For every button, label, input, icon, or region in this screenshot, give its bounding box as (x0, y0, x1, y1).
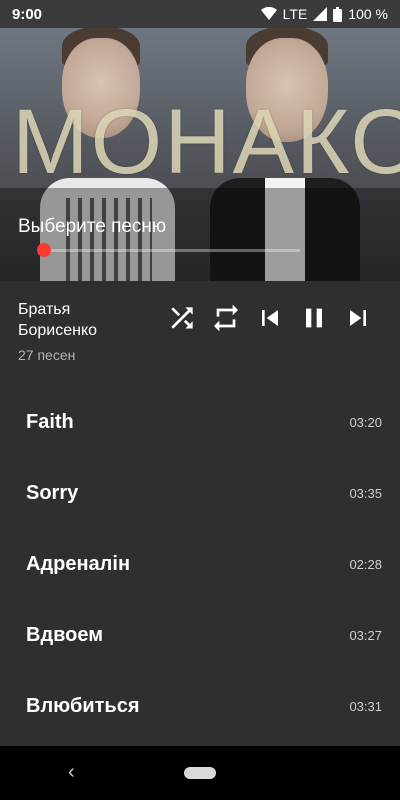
skip-next-icon (350, 310, 366, 326)
track-row[interactable]: Sorry 03:35 (0, 458, 400, 529)
status-bar: 9:00 LTE 100 % (0, 0, 400, 28)
status-icons: LTE 100 % (260, 6, 388, 22)
track-row[interactable]: Адреналін 02:28 (0, 529, 400, 600)
track-list: Faith 03:20 Sorry 03:35 Адреналін 02:28 … (0, 387, 400, 742)
now-playing-label: Выберите песню (18, 216, 167, 237)
network-type: LTE (282, 6, 308, 22)
next-button[interactable] (342, 301, 374, 335)
pause-icon (306, 308, 322, 328)
previous-button[interactable] (254, 301, 286, 335)
track-duration: 03:20 (349, 415, 382, 430)
signal-icon (313, 7, 328, 21)
track-duration: 03:27 (349, 628, 382, 643)
battery-level: 100 % (348, 6, 388, 22)
repeat-icon (214, 304, 238, 332)
track-row[interactable]: Влюбиться 03:31 (0, 671, 400, 742)
track-title: Адреналін (26, 553, 131, 575)
status-time: 9:00 (12, 5, 43, 23)
album-cover: МОНАКО Выберите песню (0, 28, 400, 281)
track-title: Faith (26, 411, 74, 433)
track-title: Вдвоем (26, 624, 104, 646)
shuffle-button[interactable] (166, 301, 198, 335)
song-count: 27 песен (18, 347, 76, 363)
battery-icon (333, 6, 343, 22)
track-duration: 03:31 (349, 699, 382, 714)
shuffle-icon (171, 307, 193, 329)
artist-name: Братья Борисенко (18, 301, 98, 339)
player-panel: Братья Борисенко 27 песен Faith 03:20 So… (0, 281, 400, 746)
skip-previous-icon (262, 310, 278, 326)
track-duration: 03:35 (349, 486, 382, 501)
home-pill[interactable] (184, 767, 216, 779)
track-row[interactable]: Вдвоем 03:27 (0, 600, 400, 671)
cover-logo: МОНАКО (12, 91, 400, 193)
seek-bar[interactable] (44, 249, 300, 252)
track-duration: 02:28 (349, 557, 382, 572)
wifi-icon (260, 7, 277, 20)
repeat-button[interactable] (210, 301, 242, 335)
playback-controls (166, 301, 374, 335)
seek-thumb[interactable] (37, 243, 51, 257)
track-row[interactable]: Faith 03:20 (0, 387, 400, 458)
track-title: Sorry (26, 482, 79, 504)
track-title: Влюбиться (26, 695, 140, 717)
back-icon[interactable]: ‹ (68, 761, 75, 784)
system-nav-bar: ‹ (0, 746, 400, 800)
pause-button[interactable] (298, 301, 330, 335)
